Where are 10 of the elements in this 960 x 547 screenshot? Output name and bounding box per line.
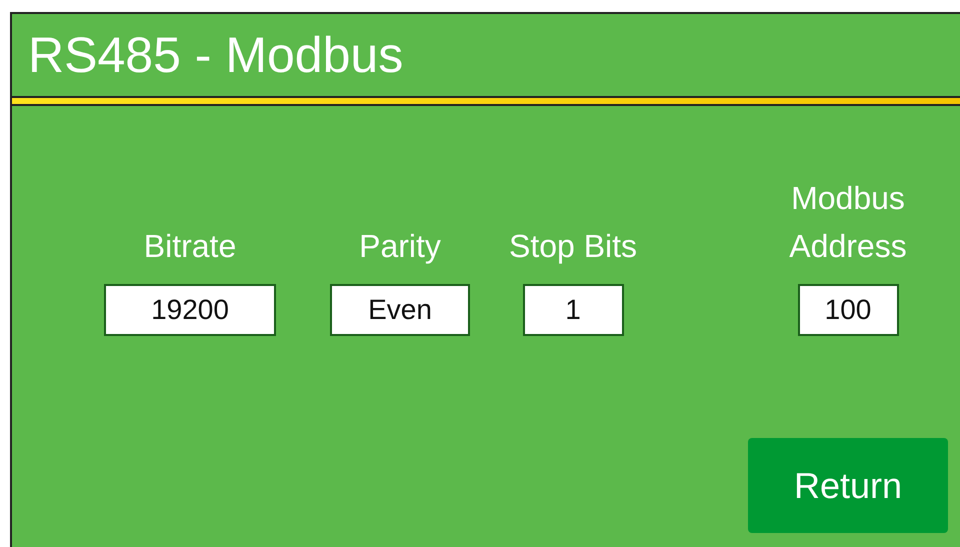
field-label: Bitrate [144, 227, 236, 266]
value-field[interactable]: 100 [798, 284, 898, 336]
value-field[interactable]: 1 [522, 284, 624, 336]
screen-title: RS485 - Modbus [28, 30, 404, 80]
value-field[interactable]: 19200 [104, 284, 276, 336]
field-label: Stop Bits [508, 227, 638, 266]
return-button[interactable]: Return [748, 438, 948, 533]
value-field[interactable]: Even [330, 284, 470, 336]
field-label: Modbus Address [788, 179, 908, 266]
field-label: Parity [359, 227, 441, 266]
